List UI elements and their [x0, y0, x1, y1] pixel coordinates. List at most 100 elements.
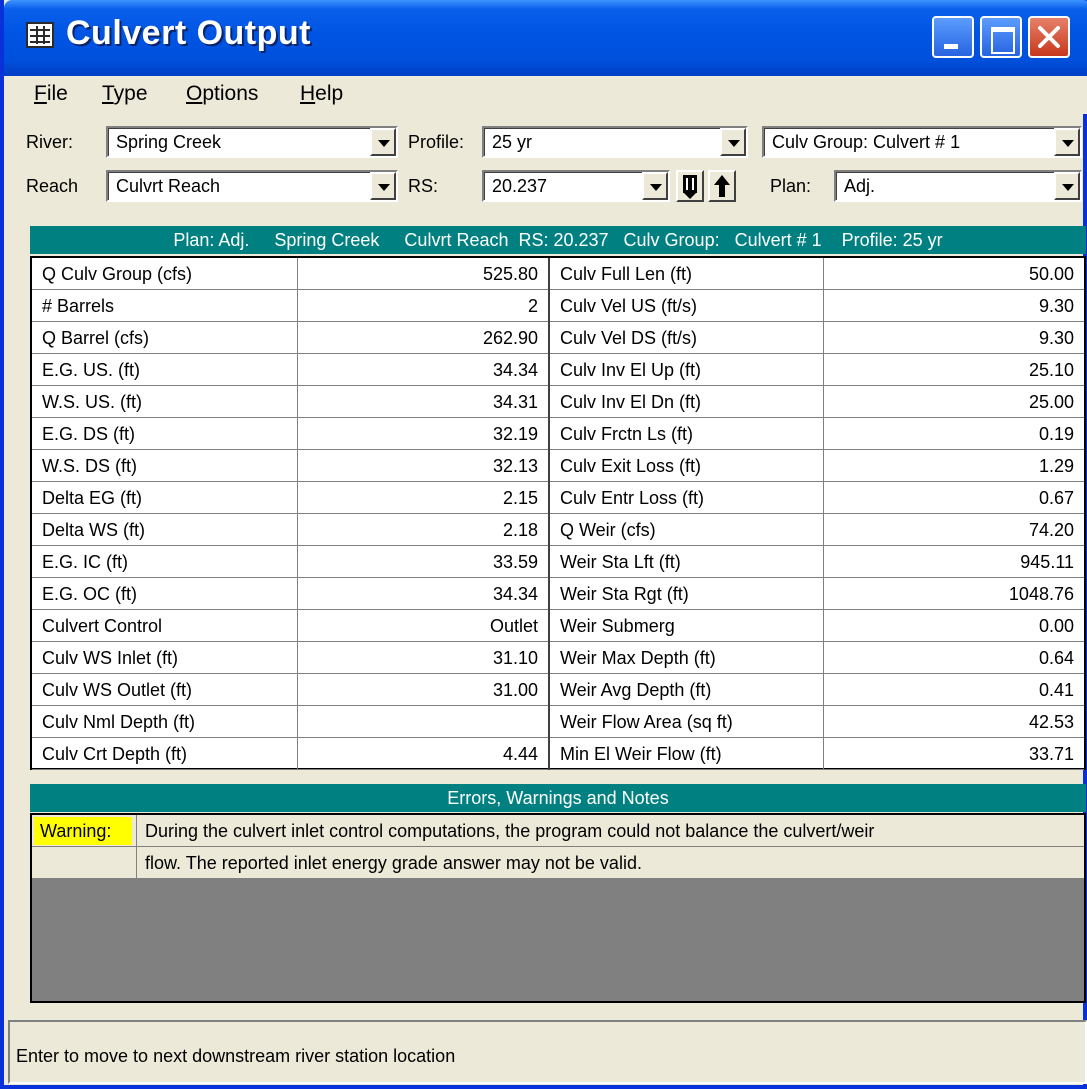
param-label[interactable]: E.G. DS (ft) — [32, 418, 298, 450]
chevron-down-icon[interactable] — [720, 128, 746, 156]
param-value[interactable]: 34.34 — [298, 354, 550, 386]
menu-help[interactable]: Help — [300, 82, 343, 106]
param-label[interactable]: Weir Avg Depth (ft) — [550, 674, 824, 706]
param-label[interactable]: Culv Crt Depth (ft) — [32, 738, 298, 770]
param-label[interactable]: Q Culv Group (cfs) — [32, 258, 298, 290]
param-label[interactable]: # Barrels — [32, 290, 298, 322]
reach-select[interactable]: Culvrt Reach — [106, 170, 398, 202]
param-value[interactable]: 9.30 — [824, 322, 1084, 354]
culv-group-value: Culv Group: Culvert # 1 — [772, 132, 961, 152]
table-row: E.G. US. (ft) 34.34 Culv Inv El Up (ft) 25.… — [32, 354, 1084, 386]
param-value[interactable]: 34.34 — [298, 578, 550, 610]
chevron-down-icon[interactable] — [370, 172, 396, 200]
profile-value: 25 yr — [492, 132, 533, 152]
param-value[interactable]: 25.10 — [824, 354, 1084, 386]
param-value[interactable]: 9.30 — [824, 290, 1084, 322]
chevron-down-icon[interactable] — [1054, 172, 1080, 200]
param-value[interactable]: 33.71 — [824, 738, 1084, 770]
param-label[interactable]: Q Barrel (cfs) — [32, 322, 298, 354]
param-label[interactable]: Delta WS (ft) — [32, 514, 298, 546]
river-select[interactable]: Spring Creek — [106, 126, 398, 158]
param-label[interactable]: Culv Full Len (ft) — [550, 258, 824, 290]
river-value: Spring Creek — [116, 132, 222, 152]
param-label[interactable]: Culvert Control — [32, 610, 298, 642]
param-label[interactable]: Culv Frctn Ls (ft) — [550, 418, 824, 450]
upstream-button[interactable] — [708, 170, 736, 202]
chevron-down-icon[interactable] — [1054, 128, 1080, 156]
plan-select[interactable]: Adj. — [834, 170, 1082, 202]
menu-type[interactable]: Type — [102, 82, 148, 106]
param-label[interactable]: Weir Sta Rgt (ft) — [550, 578, 824, 610]
param-value[interactable]: 50.00 — [824, 258, 1084, 290]
close-button[interactable] — [1028, 16, 1070, 58]
river-label: River: — [26, 132, 74, 152]
param-label[interactable]: Min El Weir Flow (ft) — [550, 738, 824, 770]
profile-label: Profile: — [408, 132, 465, 152]
param-label[interactable]: Culv Inv El Dn (ft) — [550, 386, 824, 418]
table-row: Culv Nml Depth (ft) Weir Flow Area (sq ft… — [32, 706, 1084, 738]
param-label[interactable]: Weir Submerg — [550, 610, 824, 642]
note-row: Warning: During the culvert inlet control… — [32, 815, 1084, 847]
param-label[interactable]: Weir Flow Area (sq ft) — [550, 706, 824, 738]
param-value[interactable]: 2.18 — [298, 514, 550, 546]
maximize-button[interactable] — [980, 16, 1022, 58]
param-value[interactable]: 4.44 — [298, 738, 550, 770]
param-value[interactable]: 74.20 — [824, 514, 1084, 546]
param-value[interactable]: 32.13 — [298, 450, 550, 482]
culvert-output-table: Q Culv Group (cfs) 525.80 Culv Full Len (f… — [30, 256, 1086, 770]
menu-file[interactable]: File — [34, 82, 68, 106]
param-value[interactable]: 525.80 — [298, 258, 550, 290]
param-value[interactable]: 0.67 — [824, 482, 1084, 514]
param-value[interactable]: Outlet — [298, 610, 550, 642]
param-value[interactable]: 31.00 — [298, 674, 550, 706]
param-label[interactable]: Weir Max Depth (ft) — [550, 642, 824, 674]
param-value[interactable]: 1048.76 — [824, 578, 1084, 610]
param-label[interactable]: Weir Sta Lft (ft) — [550, 546, 824, 578]
notes-header: Errors, Warnings and Notes — [30, 784, 1086, 812]
param-value[interactable]: 32.19 — [298, 418, 550, 450]
param-value[interactable]: 1.29 — [824, 450, 1084, 482]
rs-select[interactable]: 20.237 — [482, 170, 670, 202]
param-label[interactable]: Culv Vel US (ft/s) — [550, 290, 824, 322]
param-label[interactable]: Culv WS Outlet (ft) — [32, 674, 298, 706]
param-label[interactable]: Culv Exit Loss (ft) — [550, 450, 824, 482]
param-label[interactable]: Culv WS Inlet (ft) — [32, 642, 298, 674]
param-label[interactable]: W.S. US. (ft) — [32, 386, 298, 418]
note-text: flow. The reported inlet energy grade an… — [136, 847, 642, 879]
param-value[interactable]: 262.90 — [298, 322, 550, 354]
param-value[interactable]: 945.11 — [824, 546, 1084, 578]
param-label[interactable]: Culv Inv El Up (ft) — [550, 354, 824, 386]
param-value[interactable]: 34.31 — [298, 386, 550, 418]
culv-group-select[interactable]: Culv Group: Culvert # 1 — [762, 126, 1082, 158]
up-arrow-icon — [714, 175, 730, 197]
menu-options[interactable]: Options — [186, 82, 258, 106]
param-value[interactable]: 42.53 — [824, 706, 1084, 738]
param-label[interactable]: E.G. IC (ft) — [32, 546, 298, 578]
chevron-down-icon[interactable] — [642, 172, 668, 200]
param-label[interactable]: Culv Nml Depth (ft) — [32, 706, 298, 738]
param-label[interactable]: E.G. US. (ft) — [32, 354, 298, 386]
param-label[interactable]: Culv Vel DS (ft/s) — [550, 322, 824, 354]
param-label[interactable]: Q Weir (cfs) — [550, 514, 824, 546]
param-value[interactable]: 2.15 — [298, 482, 550, 514]
param-value[interactable]: 2 — [298, 290, 550, 322]
param-value[interactable] — [298, 706, 550, 738]
param-value[interactable]: 0.19 — [824, 418, 1084, 450]
param-value[interactable]: 25.00 — [824, 386, 1084, 418]
param-value[interactable]: 31.10 — [298, 642, 550, 674]
profile-select[interactable]: 25 yr — [482, 126, 748, 158]
minimize-button[interactable] — [932, 16, 974, 58]
param-label[interactable]: E.G. OC (ft) — [32, 578, 298, 610]
param-value[interactable]: 0.41 — [824, 674, 1084, 706]
param-label[interactable]: Culv Entr Loss (ft) — [550, 482, 824, 514]
param-value[interactable]: 33.59 — [298, 546, 550, 578]
next-downstream-button[interactable] — [676, 170, 704, 202]
param-label[interactable]: W.S. DS (ft) — [32, 450, 298, 482]
title-bar[interactable]: Culvert Output — [4, 0, 1087, 76]
status-bar: Enter to move to next downstream river s… — [8, 1020, 1087, 1084]
chevron-down-icon[interactable] — [370, 128, 396, 156]
table-window-icon — [26, 22, 54, 48]
param-value[interactable]: 0.00 — [824, 610, 1084, 642]
param-value[interactable]: 0.64 — [824, 642, 1084, 674]
param-label[interactable]: Delta EG (ft) — [32, 482, 298, 514]
